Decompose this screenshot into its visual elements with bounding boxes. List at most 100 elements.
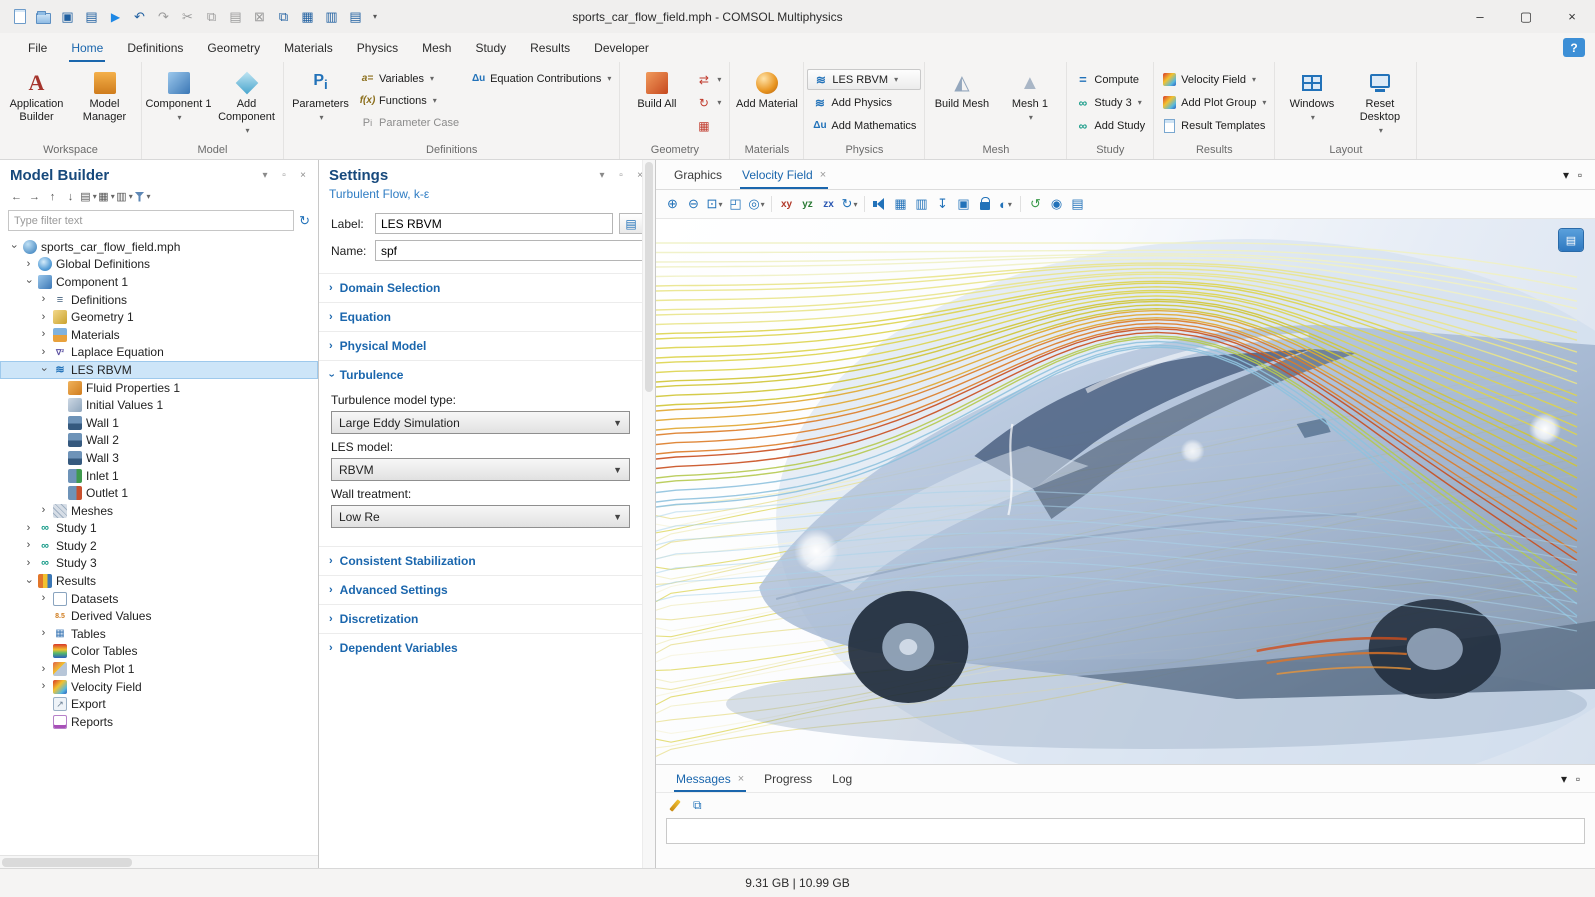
add-material-button[interactable]: Add Material <box>733 64 800 142</box>
tree-item-les-rbvm[interactable]: ›≋LES RBVM <box>0 361 318 379</box>
cut-icon[interactable]: ✂ <box>176 5 199 28</box>
nav-forward-button[interactable]: → <box>26 187 43 206</box>
panel-float-icon[interactable]: ▫ <box>614 170 628 181</box>
clear-messages-icon[interactable] <box>668 799 681 813</box>
tree-item-initial-values-1[interactable]: ›Initial Values 1 <box>0 396 318 414</box>
undo-icon[interactable]: ↶ <box>128 5 151 28</box>
mesh-1-button[interactable]: ▲ Mesh 1 ▾ <box>996 64 1063 142</box>
tree-item-datasets[interactable]: ›Datasets <box>0 590 318 608</box>
scrollbar-thumb[interactable] <box>2 858 132 867</box>
new-file-icon[interactable] <box>8 5 31 28</box>
expand-chevron-icon[interactable]: › <box>38 681 49 692</box>
panel-menu-caret-icon[interactable]: ▾ <box>258 170 272 181</box>
add-mathematics-button[interactable]: Δu Add Mathematics <box>807 115 921 136</box>
duplicate-icon[interactable]: ⧉ <box>272 5 295 28</box>
panel-menu-caret-icon[interactable]: ▾ <box>1559 168 1573 182</box>
result-templates-button[interactable]: Result Templates <box>1157 115 1271 136</box>
tree-item-meshes[interactable]: ›Meshes <box>0 502 318 520</box>
sound-icon[interactable] <box>869 193 890 216</box>
zoom-in-icon[interactable]: ⊕ <box>662 193 683 216</box>
help-button[interactable]: ? <box>1563 38 1585 57</box>
evaluate-icon[interactable]: ▥ <box>320 5 343 28</box>
panel-float-icon[interactable]: ▫ <box>1573 168 1587 182</box>
expand-chevron-icon[interactable]: › <box>23 558 34 569</box>
menu-mesh[interactable]: Mesh <box>410 33 463 62</box>
tree-item-geometry-1[interactable]: ›Geometry 1 <box>0 308 318 326</box>
geometry-import-button[interactable]: ⇄ ▾ <box>691 69 726 90</box>
expand-chevron-icon[interactable]: › <box>38 364 49 375</box>
panel-close-icon[interactable]: × <box>296 170 310 181</box>
expand-chevron-icon[interactable]: › <box>38 312 49 323</box>
model-manager-button[interactable]: Model Manager <box>71 64 138 142</box>
add-physics-button[interactable]: ≋ Add Physics <box>807 92 921 113</box>
menu-geometry[interactable]: Geometry <box>195 33 272 62</box>
messages-log-box[interactable] <box>666 818 1585 844</box>
tree-item-inlet-1[interactable]: ›Inlet 1 <box>0 467 318 485</box>
section-header[interactable]: ›Dependent Variables <box>319 634 642 662</box>
close-button[interactable]: × <box>1549 0 1595 33</box>
panel-float-icon[interactable]: ▫ <box>277 170 291 181</box>
expand-chevron-icon[interactable]: › <box>23 576 34 587</box>
table-view-icon[interactable]: ▦ <box>296 5 319 28</box>
tree-item-reports[interactable]: ›Reports <box>0 713 318 731</box>
nav-back-button[interactable]: ← <box>8 187 25 206</box>
expand-chevron-icon[interactable]: › <box>23 523 34 534</box>
tree-item-wall-2[interactable]: ›Wall 2 <box>0 432 318 450</box>
panel-menu-caret-icon[interactable]: ▾ <box>595 170 609 181</box>
plot-settings-button[interactable]: ▤ <box>1559 229 1583 251</box>
section-header[interactable]: ›Domain Selection <box>319 274 642 302</box>
turbulence-model-type-select[interactable]: Large Eddy Simulation ▼ <box>331 411 630 434</box>
variables-button[interactable]: a= Variables ▾ <box>355 68 464 89</box>
tree-item-fluid-properties-1[interactable]: ›Fluid Properties 1 <box>0 379 318 397</box>
geometry-measure-button[interactable]: ▦ <box>691 115 726 136</box>
add-component-button[interactable]: Add Component ▾ <box>213 64 280 142</box>
label-input[interactable] <box>375 213 613 234</box>
redo-icon[interactable]: ↷ <box>152 5 175 28</box>
move-up-button[interactable]: ↑ <box>44 187 61 206</box>
name-input[interactable] <box>375 240 643 261</box>
view-xy-button[interactable]: xy <box>776 193 797 216</box>
parameters-button[interactable]: Pi Parameters ▾ <box>287 64 354 142</box>
zoom-out-icon[interactable]: ⊖ <box>683 193 704 216</box>
tree-item-outlet-1[interactable]: ›Outlet 1 <box>0 484 318 502</box>
copy-messages-icon[interactable]: ⧉ <box>693 798 702 813</box>
expand-chevron-icon[interactable]: › <box>23 259 34 270</box>
section-header[interactable]: ›Discretization <box>319 605 642 633</box>
tree-item-study-3[interactable]: ›∞Study 3 <box>0 555 318 573</box>
camera-icon[interactable]: ◉ <box>1046 193 1067 216</box>
tree-item-export[interactable]: ›↗Export <box>0 695 318 713</box>
vertical-scrollbar[interactable] <box>642 160 655 868</box>
graphics-canvas[interactable]: ▤ <box>656 219 1595 764</box>
paste-icon[interactable]: ▤ <box>224 5 247 28</box>
section-header[interactable]: ›Advanced Settings <box>319 576 642 604</box>
print-icon[interactable]: ▤ <box>1067 193 1088 216</box>
menu-study[interactable]: Study <box>463 33 518 62</box>
tree-item-study-1[interactable]: ›∞Study 1 <box>0 520 318 538</box>
toolbar-customize-caret-icon[interactable]: ▾ <box>368 12 382 21</box>
tab-graphics[interactable]: Graphics <box>664 160 732 189</box>
tree-item-mesh-plot-1[interactable]: ›Mesh Plot 1 <box>0 660 318 678</box>
expand-chevron-icon[interactable]: › <box>38 329 49 340</box>
horizontal-scrollbar[interactable] <box>0 855 318 868</box>
preview-icon[interactable]: ▤ <box>80 5 103 28</box>
section-header[interactable]: ›Physical Model <box>319 332 642 360</box>
physics-interface-select[interactable]: ≋ LES RBVM ▾ <box>807 69 921 90</box>
section-header[interactable]: ›Equation <box>319 303 642 331</box>
expand-chevron-icon[interactable]: › <box>38 593 49 604</box>
velocity-field-button[interactable]: Velocity Field ▾ <box>1157 69 1271 90</box>
wall-treatment-select[interactable]: Low Re ▼ <box>331 505 630 528</box>
tree-item-wall-1[interactable]: ›Wall 1 <box>0 414 318 432</box>
table-icon[interactable]: ▦ <box>890 193 911 216</box>
menu-home[interactable]: Home <box>59 33 115 62</box>
windows-button[interactable]: Windows ▾ <box>1278 64 1345 142</box>
tree-item-tables[interactable]: ›▦Tables <box>0 625 318 643</box>
expand-chevron-icon[interactable]: › <box>38 505 49 516</box>
copy-icon[interactable]: ⧉ <box>200 5 223 28</box>
tree-item-global-definitions[interactable]: ›Global Definitions <box>0 256 318 274</box>
geometry-sync-button[interactable]: ↻ ▾ <box>691 92 726 113</box>
columns-options-button[interactable]: ▥▾ <box>116 187 133 206</box>
minimize-button[interactable]: – <box>1457 0 1503 33</box>
section-header[interactable]: ›Turbulence <box>319 361 642 389</box>
collapse-options-button[interactable]: ▦▾ <box>98 187 115 206</box>
component-1-button[interactable]: Component 1 ▾ <box>145 64 212 142</box>
